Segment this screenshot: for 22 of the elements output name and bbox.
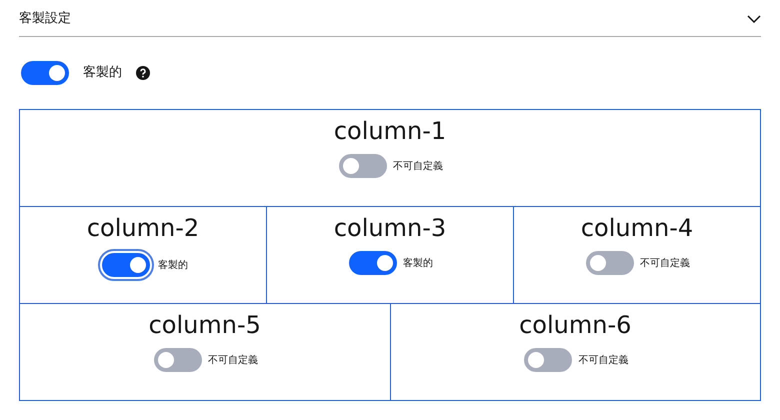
chevron-icon <box>747 15 761 23</box>
toggle-switch[interactable] <box>349 251 397 275</box>
toggle-label: 客製的 <box>83 64 122 82</box>
toggle-label: 客製的 <box>158 258 188 272</box>
toggle-label: 不可自定義 <box>640 256 690 270</box>
column-title: column-2 <box>86 213 200 244</box>
toggle-label: 不可自定義 <box>393 160 443 174</box>
toggle-switch[interactable] <box>21 61 69 85</box>
toggle-switch[interactable] <box>586 251 634 275</box>
toggle-label: 客製的 <box>403 256 433 270</box>
toggle-label: 不可自定義 <box>578 354 628 368</box>
toggle-switch[interactable] <box>154 348 202 372</box>
column-title: column-4 <box>580 213 694 244</box>
toggle-switch[interactable] <box>339 154 387 178</box>
section-header[interactable]: 客製設定 <box>19 0 761 37</box>
column-title: column-1 <box>334 116 446 147</box>
toggle-label: 不可自定義 <box>208 354 258 368</box>
toggle-switch[interactable] <box>524 348 572 372</box>
help-icon[interactable] <box>136 66 150 80</box>
column-title: column-5 <box>148 310 261 341</box>
column-title: column-3 <box>334 213 446 244</box>
column-title: column-6 <box>519 310 632 341</box>
